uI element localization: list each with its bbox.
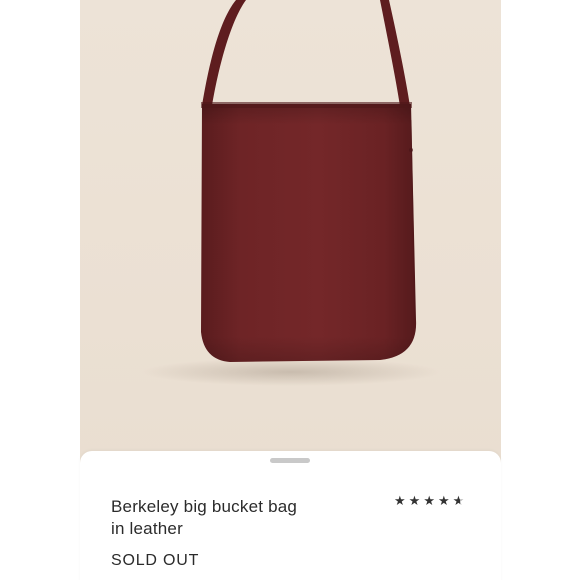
bag-body-shading: [201, 104, 417, 362]
star-icon: ★: [394, 493, 409, 508]
bag-rivet: [409, 148, 413, 152]
bag-strap-right: [380, 0, 410, 106]
product-title: Berkeley big bucket bag in leather: [111, 496, 341, 540]
star-icon: ★: [408, 493, 424, 508]
star-icon: ★: [423, 493, 438, 508]
product-screen: Berkeley big bucket bag in leather ★★★★★…: [0, 0, 580, 580]
half-star-icon: ★: [452, 493, 468, 508]
sheet-grab-handle[interactable]: [270, 458, 310, 463]
star-icon: ★: [437, 493, 453, 508]
bag-strap-left: [202, 0, 246, 106]
product-title-line-1: Berkeley big bucket bag: [111, 497, 298, 516]
rating-stars[interactable]: ★★★★★: [394, 493, 467, 509]
bag-shadow: [141, 358, 441, 386]
bag-rim: [201, 102, 412, 108]
product-details-sheet: Berkeley big bucket bag in leather ★★★★★…: [80, 451, 501, 580]
stock-status: SOLD OUT: [111, 552, 200, 569]
product-title-line-2: in leather: [111, 519, 183, 538]
